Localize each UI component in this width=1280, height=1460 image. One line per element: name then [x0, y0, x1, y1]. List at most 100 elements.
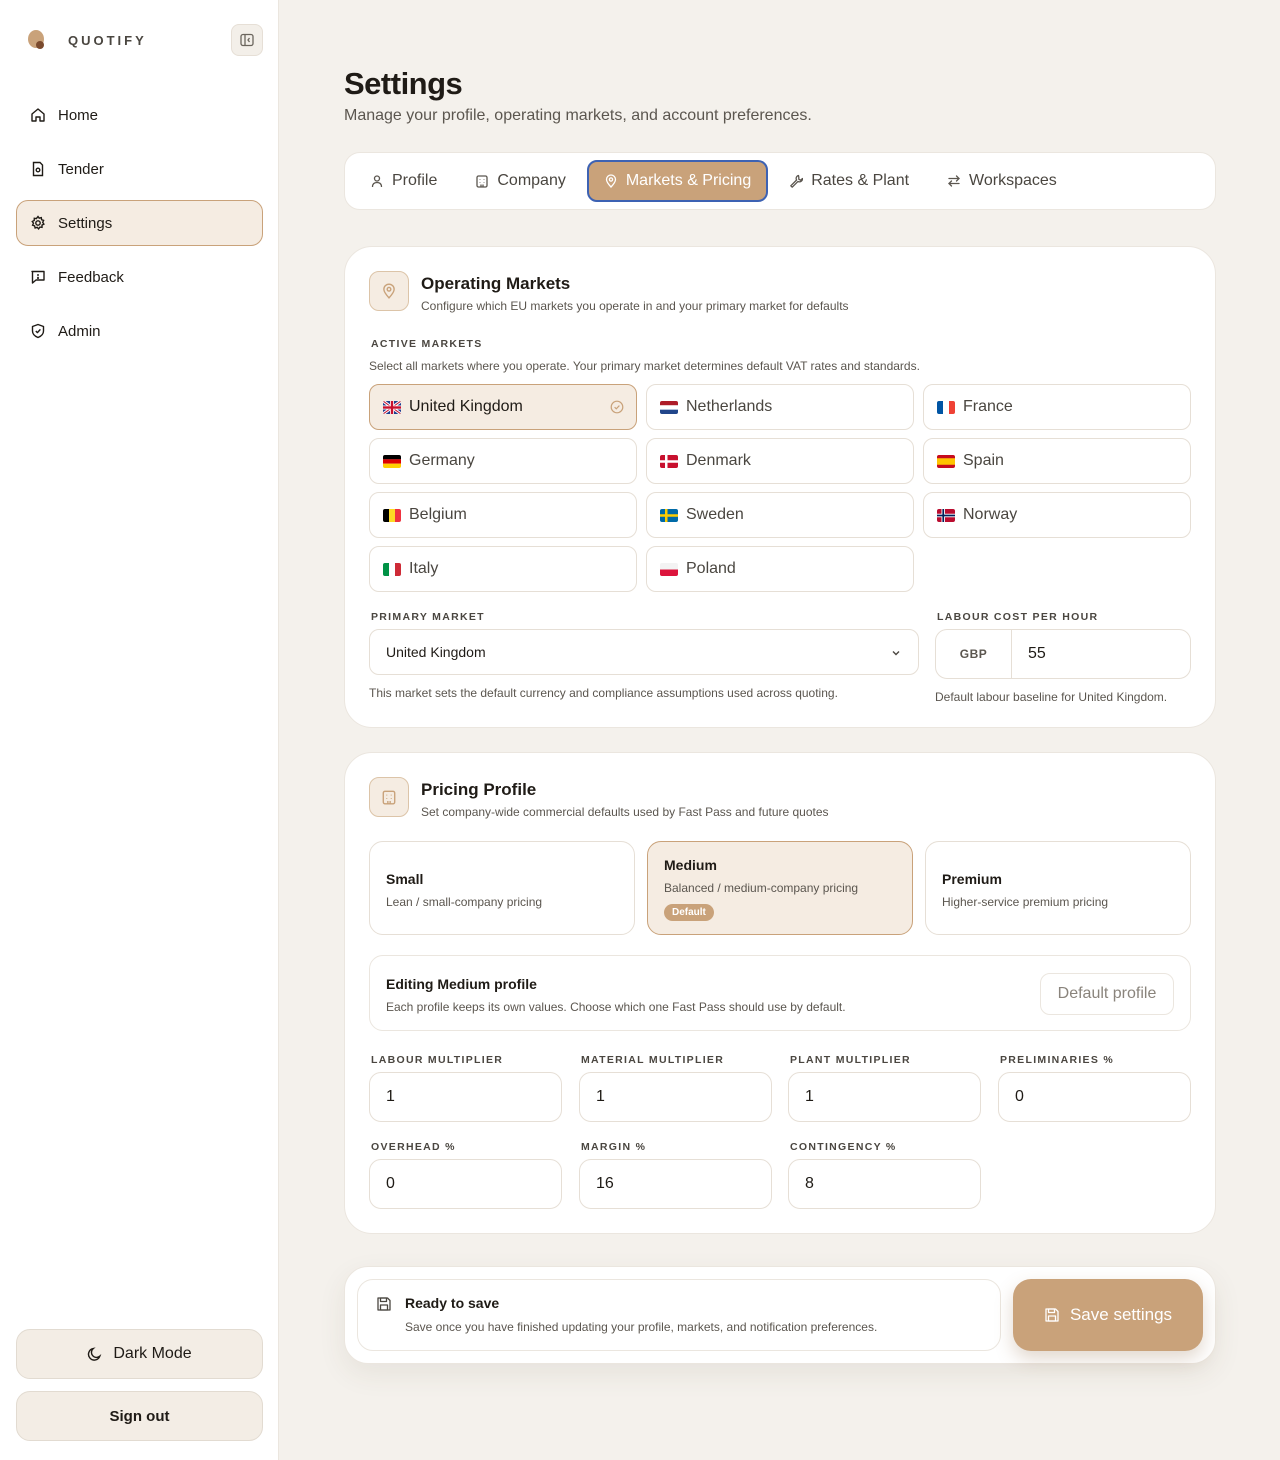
flag-de-icon [383, 454, 401, 468]
sign-out-button[interactable]: Sign out [16, 1391, 263, 1441]
sidebar-item-feedback[interactable]: Feedback [16, 254, 263, 300]
tab-label: Company [497, 172, 566, 189]
currency-prefix: GBP [936, 630, 1012, 678]
market-option-denmark[interactable]: Denmark [646, 438, 914, 484]
market-name: Netherlands [686, 398, 773, 415]
sidebar-item-admin[interactable]: Admin [16, 308, 263, 354]
market-name: Norway [963, 506, 1018, 523]
sidebar-item-label: Feedback [58, 268, 124, 286]
tier-option-small[interactable]: Small Lean / small-company pricing [369, 841, 635, 935]
document-icon [29, 160, 47, 178]
active-markets-help: Select all markets where you operate. Yo… [369, 359, 920, 373]
map-pin-icon [369, 271, 409, 311]
labour-cost-value: 55 [1028, 645, 1046, 662]
market-option-italy[interactable]: Italy [369, 546, 637, 592]
save-status-description: Save once you have finished updating you… [405, 1320, 878, 1334]
labour-cost-label: LABOUR COST PER HOUR [937, 611, 1099, 623]
building-icon [475, 174, 489, 188]
market-name: Poland [686, 560, 736, 577]
market-option-sweden[interactable]: Sweden [646, 492, 914, 538]
flag-pl-icon [660, 562, 678, 576]
page-title: Settings [344, 66, 463, 101]
map-pin-icon [604, 174, 618, 188]
tier-option-premium[interactable]: Premium Higher-service premium pricing [925, 841, 1191, 935]
home-icon [29, 106, 47, 124]
market-option-united-kingdom[interactable]: United Kingdom [369, 384, 637, 430]
market-option-belgium[interactable]: Belgium [369, 492, 637, 538]
labour-multiplier-input[interactable]: 1 [369, 1072, 562, 1122]
field-label: LABOUR MULTIPLIER [371, 1054, 504, 1066]
page-subtitle: Manage your profile, operating markets, … [344, 107, 812, 124]
dark-mode-label: Dark Mode [113, 1345, 192, 1362]
market-name: Denmark [686, 452, 751, 469]
tab-profile[interactable]: Profile [353, 160, 454, 202]
tier-name: Medium [664, 857, 717, 873]
overhead-input[interactable]: 0 [369, 1159, 562, 1209]
brand[interactable]: QUOTIFY [26, 28, 147, 52]
default-badge: Default [664, 904, 714, 921]
market-name: Belgium [409, 506, 467, 523]
card-description: Set company-wide commercial defaults use… [421, 805, 829, 819]
sidebar-item-label: Home [58, 106, 99, 124]
plant-multiplier-input[interactable]: 1 [788, 1072, 981, 1122]
sidebar-item-label: Settings [58, 214, 113, 232]
tier-option-medium[interactable]: Medium Balanced / medium-company pricing… [647, 841, 913, 935]
field-label: MARGIN % [581, 1141, 647, 1153]
sidebar-collapse-icon [240, 33, 254, 47]
market-option-france[interactable]: France [923, 384, 1191, 430]
market-option-poland[interactable]: Poland [646, 546, 914, 592]
market-name: Spain [963, 452, 1004, 469]
dark-mode-button[interactable]: Dark Mode [16, 1329, 263, 1379]
save-status-title: Ready to save [405, 1295, 500, 1311]
card-header: Operating Markets Configure which EU mar… [369, 271, 849, 313]
tab-markets-pricing[interactable]: Markets & Pricing [586, 160, 769, 202]
market-option-spain[interactable]: Spain [923, 438, 1191, 484]
field-label: MATERIAL MULTIPLIER [581, 1054, 725, 1066]
editing-profile-panel: Editing Medium profile Each profile keep… [369, 955, 1191, 1031]
primary-market-label: PRIMARY MARKET [371, 611, 485, 623]
labour-cost-input[interactable]: GBP 55 [935, 629, 1191, 679]
primary-market-help: This market sets the default currency an… [369, 686, 838, 700]
quotify-logo-icon [26, 28, 48, 52]
sidebar-item-tender[interactable]: Tender [16, 146, 263, 192]
margin-input[interactable]: 16 [579, 1159, 772, 1209]
sidebar-item-home[interactable]: Home [16, 92, 263, 138]
market-option-norway[interactable]: Norway [923, 492, 1191, 538]
material-multiplier-input[interactable]: 1 [579, 1072, 772, 1122]
flag-it-icon [383, 562, 401, 576]
preliminaries-input[interactable]: 0 [998, 1072, 1191, 1122]
sidebar-item-label: Admin [58, 322, 101, 340]
flag-es-icon [937, 454, 955, 468]
tab-company[interactable]: Company [458, 160, 582, 202]
gear-icon [29, 214, 47, 232]
editing-profile-description: Each profile keeps its own values. Choos… [386, 1000, 846, 1014]
pricing-profile-card: Pricing Profile Set company-wide commerc… [344, 752, 1216, 1234]
shield-icon [29, 322, 47, 340]
settings-tabs: Profile Company Markets & Pricing Rates … [344, 152, 1216, 210]
floppy-disk-icon [376, 1296, 392, 1312]
default-profile-button[interactable]: Default profile [1040, 973, 1174, 1015]
market-name: Italy [409, 560, 439, 577]
sign-out-label: Sign out [109, 1407, 170, 1425]
market-option-netherlands[interactable]: Netherlands [646, 384, 914, 430]
save-bar: Ready to save Save once you have finishe… [344, 1266, 1216, 1364]
sidebar-item-settings[interactable]: Settings [16, 200, 263, 246]
brand-name: QUOTIFY [68, 32, 147, 48]
market-option-germany[interactable]: Germany [369, 438, 637, 484]
tier-name: Small [386, 871, 424, 887]
flag-dk-icon [660, 454, 678, 468]
market-name: Germany [409, 452, 475, 469]
tab-workspaces[interactable]: Workspaces [930, 160, 1074, 202]
contingency-input[interactable]: 8 [788, 1159, 981, 1209]
tab-rates-plant[interactable]: Rates & Plant [772, 160, 926, 202]
card-header: Pricing Profile Set company-wide commerc… [369, 777, 829, 819]
message-icon [29, 268, 47, 286]
collapse-sidebar-button[interactable] [231, 24, 263, 56]
flag-uk-icon [383, 400, 401, 414]
save-settings-button[interactable]: Save settings [1013, 1279, 1203, 1351]
market-name: Sweden [686, 506, 744, 523]
moon-icon [87, 1346, 103, 1362]
primary-market-select[interactable]: United Kingdom [369, 629, 919, 675]
active-markets-label: ACTIVE MARKETS [371, 338, 483, 350]
tier-description: Balanced / medium-company pricing [664, 881, 859, 895]
